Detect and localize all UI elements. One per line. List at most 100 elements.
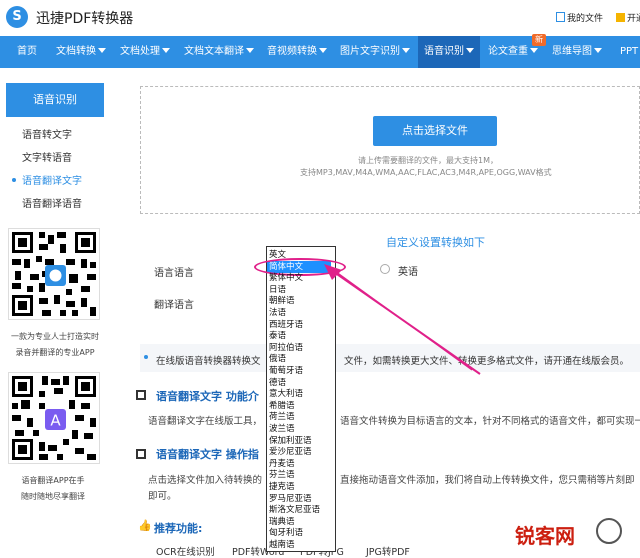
chevron-down-icon [162,48,170,53]
nav-av-convert[interactable]: 音视频转换 [267,36,327,68]
dropdown-option[interactable]: 英文 [269,250,286,261]
logo-icon[interactable]: S [6,6,28,28]
top-header: S 迅捷PDF转换器 我的文件 开通 [0,0,640,36]
nav-mindmap[interactable]: 思维导图 [552,36,602,68]
select-file-button[interactable]: 点击选择文件 [373,116,497,146]
nav-doc-process[interactable]: 文档处理 [120,36,170,68]
guide-section-title: 语音翻译文字 操作指 [156,448,259,461]
dropdown-option[interactable]: 丹麦语 [269,459,295,470]
dropdown-option[interactable]: 波兰语 [269,424,295,435]
dropdown-option[interactable]: 简体中文 [269,262,303,273]
chevron-down-icon [594,48,602,53]
dropdown-option[interactable]: 繁体中文 [269,273,303,284]
intro-text-b: 语音文件转换为目标语言的文本，针对不同格式的语音文件，都可实现一 [340,416,640,427]
file-icon [556,12,565,22]
dropdown-option[interactable]: 瑞典语 [269,517,295,528]
qr2-caption-line2: 随时随地尽享翻译 [21,492,85,501]
dropdown-option[interactable]: 德语 [269,378,286,389]
nav-speech-recognition[interactable]: 语音识别 [418,36,480,68]
nav-plagiarism-label: 论文查重 [488,46,528,57]
intro-text-a: 语音翻译文字在线版工具， [148,416,263,427]
dropdown-option[interactable]: 罗马尼亚语 [269,494,312,505]
dropdown-option[interactable]: 朝鲜语 [269,296,295,307]
chevron-down-icon [466,48,474,53]
intro-section-title: 语音翻译文字 功能介 [156,390,259,403]
nav-home-label: 首页 [17,46,37,57]
qr1-caption-line1: 一款为专业人士打造实时 [11,332,99,341]
open-vip-label: 开通 [627,14,640,24]
sidebar-item-speech-translate-text[interactable]: 语音翻译文字 [22,172,82,187]
crown-icon [616,13,625,22]
dropdown-option[interactable]: 法语 [269,308,286,319]
chevron-down-icon [246,48,254,53]
nav-doc-translate[interactable]: 文档文本翻译 [184,36,254,68]
dropdown-option[interactable]: 葡萄牙语 [269,366,303,377]
sidebar-item-speech-to-text[interactable]: 语音转文字 [22,126,72,141]
svg-text:A: A [50,412,61,430]
dropdown-option[interactable]: 越南语 [269,540,295,551]
recommend-title: 推荐功能: [154,522,203,535]
qr1-caption-line2: 录音并翻译的专业APP [15,348,95,357]
active-bullet-icon [12,178,16,182]
upload-dropzone[interactable] [140,86,640,214]
dropdown-option[interactable]: 阿拉伯语 [269,343,303,354]
nav-ocr[interactable]: 图片文字识别 [340,36,410,68]
qr-code-app2: A [8,372,100,464]
custom-settings-title: 自定义设置转换如下 [386,236,485,249]
chevron-down-icon [319,48,327,53]
watermark-text: 锐客网 [515,524,575,548]
qr-code-app1 [8,228,100,320]
chevron-down-icon [402,48,410,53]
open-vip-link[interactable]: 开通 [616,11,640,24]
nav-doc-process-label: 文档处理 [120,46,160,57]
dropdown-option[interactable]: 匈牙利语 [269,528,303,539]
dropdown-option[interactable]: 捷克语 [269,482,295,493]
nav-home[interactable]: 首页 [17,36,37,68]
dropdown-option[interactable]: 希腊语 [269,401,295,412]
book-icon [136,390,146,400]
nav-speech-recognition-label: 语音识别 [424,46,464,57]
dropdown-option[interactable]: 泰语 [269,331,286,342]
nav-doc-convert-label: 文档转换 [56,46,96,57]
nav-plagiarism[interactable]: 论文查重 [488,36,538,68]
sidebar-title: 语音识别 [6,83,104,117]
dropdown-option[interactable]: 日语 [269,285,286,296]
nav-ppt-label: PPT [620,46,639,57]
new-badge: 新 [532,34,546,46]
qr-code-icon: A [9,373,99,463]
qr2-caption-line1: 语音翻译APP在手 [21,476,85,485]
nav-doc-convert[interactable]: 文档转换 [56,36,106,68]
guide-text-b: 直接拖动语音文件添加，我们将自动上传转换文件，您只需稍等片刻即 [340,475,635,486]
upload-hint-line1: 请上传需要翻译的文件，最大支持1M， [358,156,498,165]
app-title[interactable]: 迅捷PDF转换器 [36,8,133,28]
notice-text-a: 在线版语音转换器转换文 [156,356,261,367]
my-files-label: 我的文件 [567,14,604,24]
dropdown-option[interactable]: 保加利亚语 [269,436,312,447]
dropdown-option[interactable]: 俄语 [269,354,286,365]
my-files-link[interactable]: 我的文件 [556,11,603,24]
sidebar-item-speech-translate-speech[interactable]: 语音翻译语音 [22,195,82,210]
annotation-arrow-icon [324,264,481,375]
upload-hint-line2: 支持MP3,MAV,M4A,WMA,AAC,FLAC,AC3,M4R,APE,O… [300,168,552,177]
recommend-link-jpg-pdf[interactable]: JPG转PDF [366,544,410,558]
watermark-logo-icon [596,518,622,544]
source-language-label: 语言语言 [154,268,194,279]
chevron-down-icon [530,48,538,53]
dropdown-option[interactable]: 意大利语 [269,389,303,400]
nav-av-convert-label: 音视频转换 [267,46,317,57]
dropdown-option[interactable]: 荷兰语 [269,412,295,423]
dropdown-option[interactable]: 斯洛文尼亚语 [269,505,320,516]
dropdown-option[interactable]: 西班牙语 [269,320,303,331]
info-bullet-icon [144,355,148,359]
dropdown-option[interactable]: 爱沙尼亚语 [269,447,312,458]
nav-doc-translate-label: 文档文本翻译 [184,46,244,57]
qr-code-icon [9,229,99,319]
recommend-link-ocr[interactable]: OCR在线识别 [156,544,215,558]
dropdown-option[interactable]: 芬兰语 [269,470,295,481]
sidebar-item-text-to-speech[interactable]: 文字转语音 [22,149,72,164]
target-language-label: 翻译语言 [154,300,194,311]
thumbs-up-icon: 👍 [138,519,152,532]
nav-mindmap-label: 思维导图 [552,46,592,57]
nav-ppt[interactable]: PPT [620,36,638,68]
nav-ocr-label: 图片文字识别 [340,46,400,57]
